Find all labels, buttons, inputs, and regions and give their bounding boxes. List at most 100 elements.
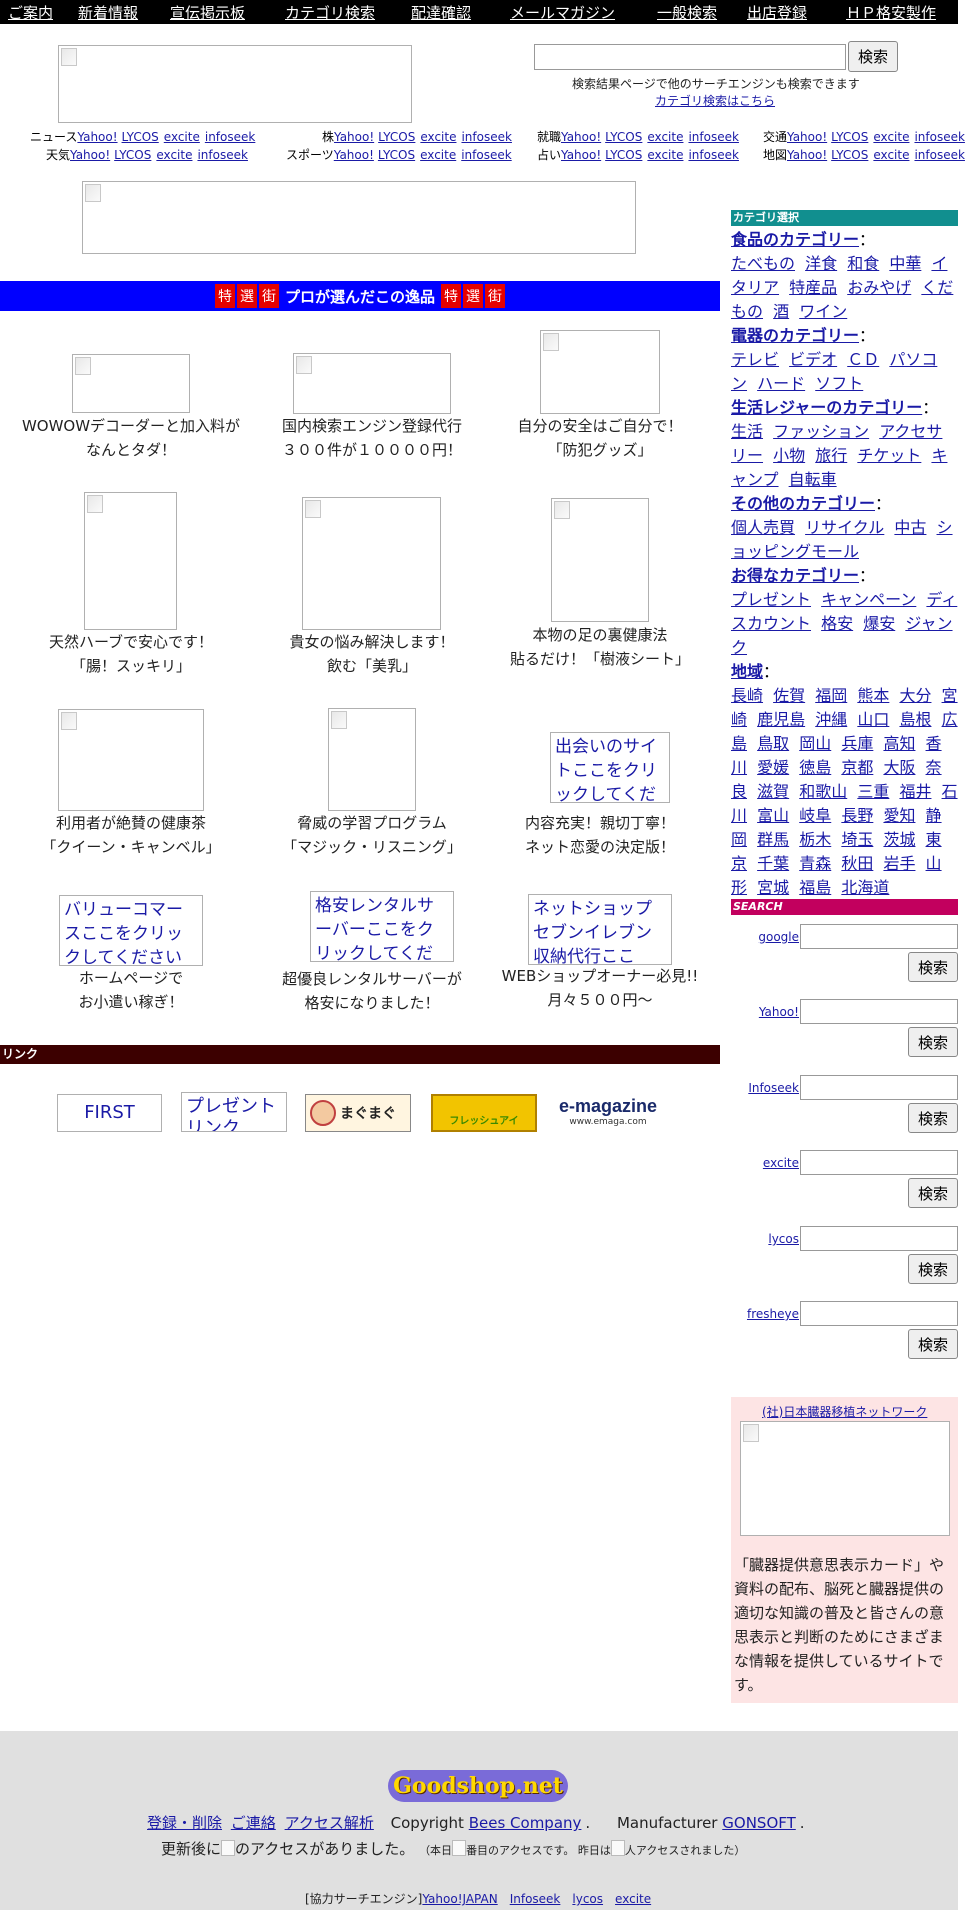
category-item-link[interactable]: 福井: [899, 782, 931, 801]
category-item-link[interactable]: 青森: [799, 854, 831, 873]
jobs-yahoo-link[interactable]: Yahoo!: [561, 130, 601, 144]
category-item-link[interactable]: 愛知: [883, 806, 915, 825]
category-item-link[interactable]: ファッション: [773, 422, 869, 441]
category-item-link[interactable]: 鹿児島: [757, 710, 805, 729]
nav-news[interactable]: 新着情報: [78, 2, 138, 23]
news-yahoo-link[interactable]: Yahoo!: [77, 130, 117, 144]
nav-delivery-check[interactable]: 配達確認: [411, 2, 471, 23]
category-item-link[interactable]: プレゼント: [731, 590, 811, 609]
fortune-excite-link[interactable]: excite: [647, 148, 683, 162]
category-item-link[interactable]: 和食: [847, 254, 879, 273]
category-item-link[interactable]: たべもの: [731, 254, 795, 273]
engine-search-button[interactable]: 検索: [908, 952, 958, 982]
sports-yahoo-link[interactable]: Yahoo!: [334, 148, 374, 162]
category-item-link[interactable]: 中華: [889, 254, 921, 273]
weather-lycos-link[interactable]: LYCOS: [114, 148, 151, 162]
stock-infoseek-link[interactable]: infoseek: [461, 130, 511, 144]
nav-bulletin-board[interactable]: 宣伝掲示板: [170, 2, 245, 23]
engine-search-button[interactable]: 検索: [908, 1329, 958, 1359]
sports-excite-link[interactable]: excite: [420, 148, 456, 162]
category-item-link[interactable]: ＣＤ: [847, 350, 879, 369]
engine-search-label[interactable]: fresheye: [729, 1307, 799, 1321]
jobs-excite-link[interactable]: excite: [647, 130, 683, 144]
stock-lycos-link[interactable]: LYCOS: [378, 130, 415, 144]
first-banner[interactable]: FIRST: [57, 1094, 162, 1132]
fresheye-banner[interactable]: フレッシュアイ: [431, 1094, 537, 1132]
engine-search-input[interactable]: [800, 924, 958, 949]
engine-search-label[interactable]: lycos: [729, 1232, 799, 1246]
category-item-link[interactable]: 中古: [894, 518, 926, 537]
traffic-yahoo-link[interactable]: Yahoo!: [787, 130, 827, 144]
organ-network-image[interactable]: [740, 1421, 950, 1536]
category-item-link[interactable]: 小物: [773, 446, 805, 465]
fortune-yahoo-link[interactable]: Yahoo!: [561, 148, 601, 162]
category-item-link[interactable]: 群馬: [757, 830, 789, 849]
category-item-link[interactable]: おみやげ: [847, 278, 911, 297]
nav-mail-magazine[interactable]: メールマガジン: [510, 2, 615, 23]
category-heading-link[interactable]: 食品のカテゴリー: [731, 230, 859, 249]
jobs-infoseek-link[interactable]: infoseek: [688, 130, 738, 144]
valuecommerce-banner-image[interactable]: バリューコマースここをクリックしてください: [59, 895, 203, 966]
nav-category-search[interactable]: カテゴリ検索: [285, 2, 375, 23]
weather-excite-link[interactable]: excite: [156, 148, 192, 162]
engine-search-input[interactable]: [800, 1075, 958, 1100]
product-caption[interactable]: 内容充実！親切丁寧！ ネット恋愛の決定版！: [525, 811, 675, 859]
partner-excite-link[interactable]: excite: [615, 1892, 651, 1906]
category-item-link[interactable]: 京都: [841, 758, 873, 777]
engine-search-input[interactable]: [800, 1301, 958, 1326]
category-item-link[interactable]: 佐賀: [773, 686, 805, 705]
engine-search-input[interactable]: [800, 1226, 958, 1251]
product-image[interactable]: [551, 498, 649, 622]
engine-search-input[interactable]: [800, 1150, 958, 1175]
map-infoseek-link[interactable]: infoseek: [914, 148, 964, 162]
traffic-lycos-link[interactable]: LYCOS: [831, 130, 868, 144]
fortune-lycos-link[interactable]: LYCOS: [605, 148, 642, 162]
deai-banner-image[interactable]: 出会いのサイトここをクリックしてください: [550, 732, 670, 803]
category-heading-link[interactable]: その他のカテゴリー: [731, 494, 875, 513]
category-item-link[interactable]: 秋田: [841, 854, 873, 873]
emagazine-banner[interactable]: e-magazine www.emaga.com: [555, 1096, 661, 1132]
product-image[interactable]: [328, 708, 416, 811]
contact-link[interactable]: ご連絡: [231, 1814, 276, 1832]
category-item-link[interactable]: 山口: [857, 710, 889, 729]
weather-yahoo-link[interactable]: Yahoo!: [70, 148, 110, 162]
top-search-input[interactable]: [534, 44, 846, 70]
category-item-link[interactable]: 千葉: [757, 854, 789, 873]
category-item-link[interactable]: 埼玉: [841, 830, 873, 849]
category-item-link[interactable]: 福岡: [815, 686, 847, 705]
engine-search-input[interactable]: [800, 999, 958, 1024]
category-item-link[interactable]: 北海道: [841, 878, 889, 897]
traffic-infoseek-link[interactable]: infoseek: [914, 130, 964, 144]
map-excite-link[interactable]: excite: [873, 148, 909, 162]
category-item-link[interactable]: リサイクル: [805, 518, 884, 537]
category-item-link[interactable]: 島根: [899, 710, 931, 729]
category-item-link[interactable]: 沖縄: [815, 710, 847, 729]
news-lycos-link[interactable]: LYCOS: [122, 130, 159, 144]
category-item-link[interactable]: 大分: [899, 686, 931, 705]
manufacturer-link[interactable]: GONSOFT: [722, 1814, 796, 1832]
map-lycos-link[interactable]: LYCOS: [831, 148, 868, 162]
news-excite-link[interactable]: excite: [164, 130, 200, 144]
category-item-link[interactable]: 酒: [773, 302, 789, 321]
product-caption[interactable]: ホームページで お小遣い稼ぎ！: [78, 966, 183, 1014]
news-infoseek-link[interactable]: infoseek: [205, 130, 255, 144]
company-link[interactable]: Bees Company: [469, 1814, 582, 1832]
organ-network-link[interactable]: (社)日本臓器移植ネットワーク: [762, 1403, 927, 1420]
nav-guide[interactable]: ご案内: [8, 2, 53, 23]
goodshop-logo[interactable]: Goodshop.net: [388, 1770, 568, 1802]
category-item-link[interactable]: 富山: [757, 806, 789, 825]
product-caption[interactable]: 天然ハーブで安心です！ 「腸！スッキリ」: [49, 630, 213, 678]
nav-general-search[interactable]: 一般検索: [657, 2, 717, 23]
engine-search-label[interactable]: Yahoo!: [729, 1005, 799, 1019]
category-item-link[interactable]: 高知: [883, 734, 915, 753]
register-delete-link[interactable]: 登録・削除: [147, 1814, 222, 1832]
category-item-link[interactable]: 爆安: [863, 614, 895, 633]
engine-search-button[interactable]: 検索: [908, 1103, 958, 1133]
present-link-banner[interactable]: プレゼントリンク: [181, 1092, 287, 1132]
category-item-link[interactable]: 個人売買: [731, 518, 795, 537]
sports-lycos-link[interactable]: LYCOS: [378, 148, 415, 162]
category-item-link[interactable]: 岩手: [883, 854, 915, 873]
engine-search-button[interactable]: 検索: [908, 1254, 958, 1284]
category-item-link[interactable]: ビデオ: [789, 350, 837, 369]
category-item-link[interactable]: 特産品: [789, 278, 837, 297]
